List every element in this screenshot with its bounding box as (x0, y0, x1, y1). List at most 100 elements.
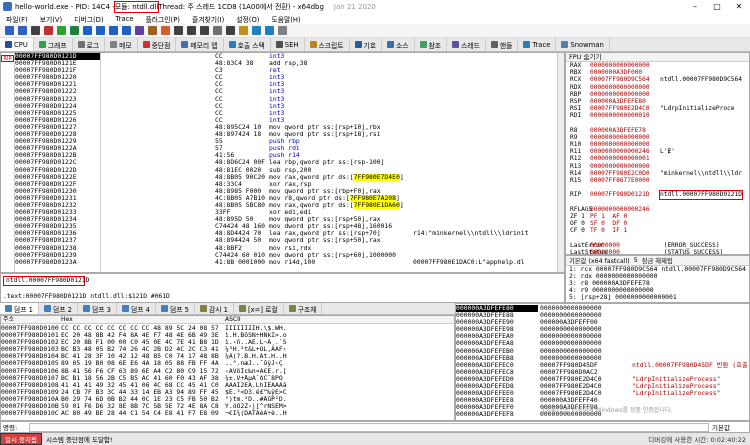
tab-5[interactable]: 메모리 맵 (176, 38, 224, 51)
menu-item[interactable]: Trace (110, 15, 140, 23)
dump-address-column[interactable]: 00007FF980D01000 00007FF980D01010 00007FF9… (1, 325, 59, 417)
menu-item[interactable]: 설정(O) (230, 14, 265, 24)
register-row[interactable] (566, 235, 749, 242)
stack-pane[interactable]: 000000A3DFEFE80 000000A3DFEFE88 000000A3DF… (455, 303, 750, 421)
register-row[interactable]: RFLAGS 0000000000000246 (566, 206, 749, 213)
toolbar-button-icon[interactable] (83, 26, 92, 35)
toolbar-button-icon[interactable] (44, 26, 53, 35)
callconv-select[interactable]: 기본값 (x64 fastcall) (569, 256, 630, 265)
register-row[interactable]: RBX 0000000A3DF000 (566, 69, 749, 76)
toolbar-button-icon[interactable] (265, 26, 274, 35)
toolbar-button-icon[interactable] (161, 26, 170, 35)
menu-item[interactable]: 즐겨찾기(I) (186, 14, 230, 24)
tab-2[interactable]: 로그 (73, 38, 106, 51)
dump-tab-1[interactable]: 덤프 2 (39, 303, 78, 314)
menu-item[interactable]: 파일(F) (0, 14, 34, 24)
tab-4[interactable]: 중단점 (138, 38, 177, 51)
toolbar-button-icon[interactable] (122, 26, 131, 35)
register-row[interactable]: RDI 0000000000000010 (566, 112, 749, 119)
toolbar-button-icon[interactable] (5, 26, 14, 35)
register-row[interactable]: R13 0000000000000000 (566, 163, 749, 170)
fpu-toggle[interactable]: FPU 숨기기 (566, 53, 749, 62)
register-row[interactable]: R14 00007FF980E2C0D0 "minkernel\\ntdll\\ld… (566, 170, 749, 177)
dump-tab-2[interactable]: 덤프 3 (78, 303, 117, 314)
tab-11[interactable]: 참조 (415, 38, 448, 51)
register-row[interactable]: R15 00007FF8677E0000 (566, 177, 749, 184)
register-row[interactable] (566, 199, 749, 206)
memory-reference[interactable]: 7FF980E7A208 (349, 194, 396, 202)
minimize-icon[interactable]: – (684, 2, 706, 11)
disassembly-scrollbar[interactable] (557, 53, 564, 272)
register-row[interactable]: R8 000000A3DFEFE78 (566, 127, 749, 134)
toolbar-button-icon[interactable] (57, 26, 66, 35)
register-row[interactable]: RDX 0000000000000000 (566, 84, 749, 91)
register-row[interactable]: OF 0 SF 0 DF 0 (566, 220, 749, 227)
register-row[interactable]: RSI 00007FF980E2D4C0 "LdrpInitializeProce (566, 105, 749, 112)
toolbar-button-icon[interactable] (239, 26, 248, 35)
toolbar-button-icon[interactable] (18, 26, 27, 35)
dump-tab-0[interactable]: 덤프 1 (0, 303, 39, 314)
disassembly-pane[interactable]: RIP 00007FF980D0121D 00007FF980D0121E 0000… (0, 52, 565, 273)
register-row[interactable]: R10 0000000000000000 (566, 141, 749, 148)
stack-address-column[interactable]: 000000A3DFEFE80 000000A3DFEFE88 000000A3DF… (456, 305, 538, 419)
tab-0[interactable]: CPU (0, 38, 34, 51)
tab-8[interactable]: 스크립트 (305, 38, 350, 51)
register-row[interactable]: RSP 000000A3DFEFE80 (566, 98, 749, 105)
toolbar-button-icon[interactable] (252, 26, 261, 35)
command-mode-select[interactable]: 기본값 (709, 422, 749, 432)
register-row[interactable]: RCX 00007FF980D9C564 ntdll.00007FF980D9C56… (566, 76, 749, 83)
dump-tab-3[interactable]: 덤프 4 (117, 303, 156, 314)
toolbar-button-icon[interactable] (31, 26, 40, 35)
tab-14[interactable]: Trace (518, 38, 557, 51)
register-row[interactable]: ZF 1 PF 1 AF 0 (566, 213, 749, 220)
toolbar-button-icon[interactable] (226, 26, 235, 35)
stack-comment-column[interactable]: ntdll.00007FF980D45DF 반환 (호출 "LdrpInitial… (632, 305, 747, 419)
call-args-pane[interactable]: 기본값 (x64 fastcall) 5 잠금 해제됨 1: rcx 00007… (565, 255, 750, 303)
toolbar-button-icon[interactable] (174, 26, 183, 35)
toolbar-button-icon[interactable] (135, 26, 144, 35)
dump-pane[interactable]: 주소 Hex ASCII 00007FF980D01000 00007FF980D… (0, 315, 455, 421)
tab-12[interactable]: 스레드 (447, 38, 486, 51)
arg-count[interactable]: 5 (634, 257, 638, 264)
stack-value-column[interactable]: 0000000000000000 0000000000000000 000000A3… (540, 305, 630, 419)
menu-item[interactable]: 플러그인(P) (140, 14, 186, 24)
tab-15[interactable]: Snowman (556, 38, 610, 51)
tab-6[interactable]: 호출 스택 (224, 38, 271, 51)
toolbar-button-icon[interactable] (148, 26, 157, 35)
dump-tab-5[interactable]: 감시 1 (195, 303, 234, 314)
register-row[interactable]: RAX 0000000000000000 (566, 62, 749, 69)
tab-9[interactable]: 기호 (350, 38, 383, 51)
register-row[interactable]: RIP 00007FF980D0121D ntdll.00007FF980D0121… (566, 190, 749, 200)
command-input[interactable] (29, 422, 709, 432)
dump-tab-4[interactable]: 덤프 5 (156, 303, 195, 314)
bytes-column[interactable]: CC 48:83C4 38 C3 CC CC CC CC CC CC CC 48:895C24 10… (215, 53, 269, 272)
toolbar-button-icon[interactable] (109, 26, 118, 35)
unlock-checkbox[interactable]: 잠금 해제됨 (642, 256, 673, 265)
register-row[interactable]: LastError 00000000 (ERROR_SUCCESS) (566, 242, 749, 249)
memory-reference[interactable]: 7FF980E7D4E0 (353, 173, 400, 181)
memory-reference[interactable]: 7FF980E1DA60 (353, 201, 400, 209)
register-row[interactable] (566, 184, 749, 191)
toolbar-button-icon[interactable] (70, 26, 79, 35)
tab-1[interactable]: 그래프 (34, 38, 73, 51)
register-row[interactable]: R9 0000000000000000 (566, 134, 749, 141)
register-row[interactable] (566, 120, 749, 127)
toolbar-button-icon[interactable] (278, 26, 287, 35)
register-pane[interactable]: FPU 숨기기 RAX 0000000000000000 RBX 0000000A3D… (565, 52, 750, 255)
address-column[interactable]: 00007FF980D0121D 00007FF980D0121E 00007FF9… (15, 53, 101, 272)
toolbar-button-icon[interactable] (96, 26, 105, 35)
instruction-column[interactable]: int3 add rsp,38 ret int3 int3 int3 int3 int3 int… (269, 53, 409, 272)
toolbar-button-icon[interactable] (187, 26, 196, 35)
menu-item[interactable]: 도움말(H) (265, 14, 306, 24)
dump-ascii-column[interactable]: ÌÌÌÌÌÌÌÌH.\$.WH. ì.H.BôŠN÷HNkI>.o ì.‹ñ..ÀE… (225, 325, 295, 417)
tab-13[interactable]: 핸들 (486, 38, 519, 51)
toolbar-button-icon[interactable] (213, 26, 222, 35)
comment-column[interactable]: r14:"minkernel\\ntdll\\ldrinit 00007FF980… (413, 53, 558, 272)
register-row[interactable]: RBP 0000000000000000 (566, 91, 749, 98)
toolbar-button-icon[interactable] (200, 26, 209, 35)
tab-7[interactable]: SEH (271, 38, 305, 51)
dump-hex-column[interactable]: CC CC CC CC CC CC CC CC 48 89 5C 24 08 5… (61, 325, 221, 417)
dump-tab-6[interactable]: [x=] 로컬 (234, 303, 284, 314)
close-icon[interactable]: ✕ (728, 2, 750, 11)
register-row[interactable]: R12 0000000000000001 (566, 155, 749, 162)
